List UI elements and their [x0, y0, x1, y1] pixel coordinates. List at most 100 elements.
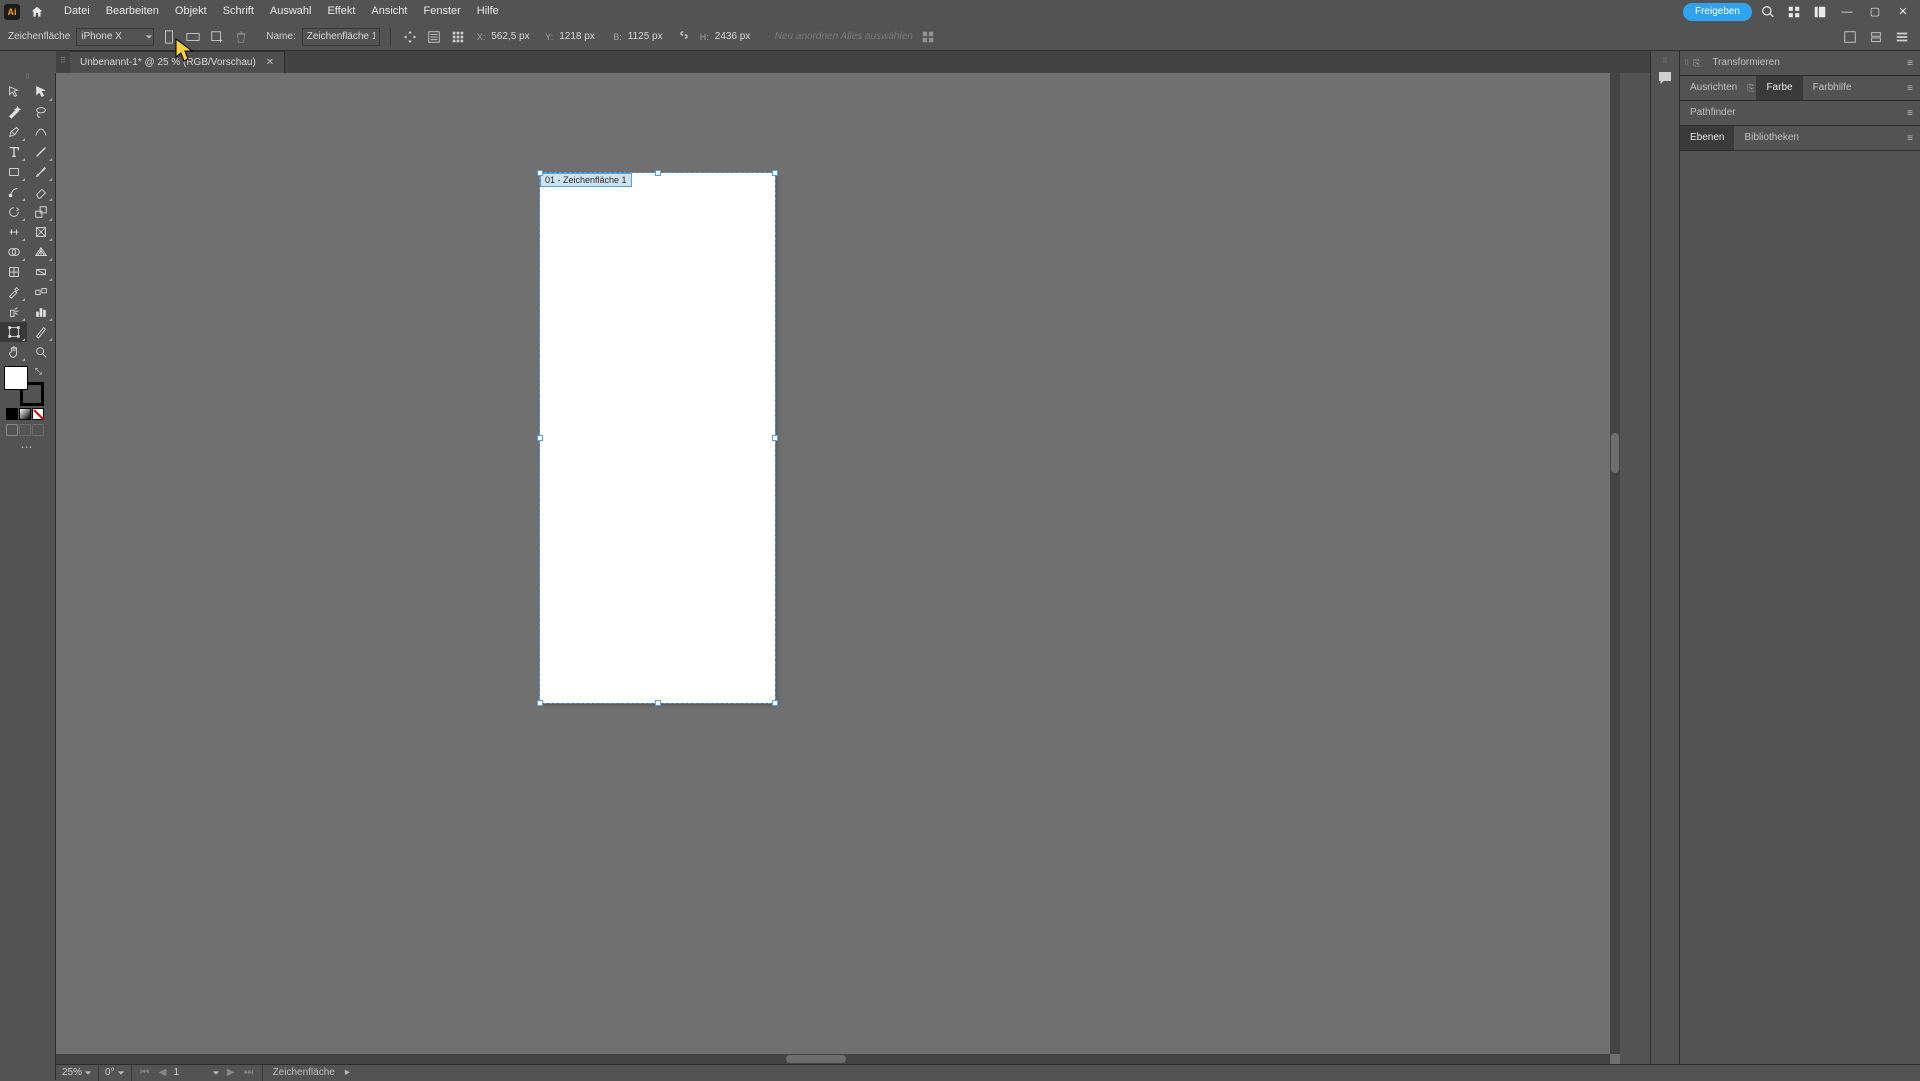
reference-point-button[interactable]: [449, 28, 467, 46]
hand-tool[interactable]: [0, 342, 27, 362]
zoom-field[interactable]: 25%: [56, 1065, 99, 1081]
eraser-tool[interactable]: [27, 182, 54, 202]
tab-ausrichten[interactable]: Ausrichten: [1680, 76, 1747, 100]
color-mode-solid[interactable]: [6, 408, 18, 420]
rearrange-grid-icon[interactable]: [919, 28, 937, 46]
perspective-grid-tool[interactable]: [27, 242, 54, 262]
tab-ebenen[interactable]: Ebenen: [1680, 126, 1734, 150]
dock-strip-handle[interactable]: ⠿: [1662, 57, 1667, 65]
menu-hilfe[interactable]: Hilfe: [469, 0, 507, 23]
h-input[interactable]: [715, 29, 759, 45]
artboard[interactable]: [540, 173, 775, 703]
panel-drag-handle[interactable]: ⠿: [1680, 59, 1693, 67]
width-tool[interactable]: [0, 222, 27, 242]
color-mode-none[interactable]: [32, 408, 44, 420]
doc-setup-icon[interactable]: [1840, 27, 1860, 47]
menu-fenster[interactable]: Fenster: [415, 0, 468, 23]
rectangle-tool[interactable]: [0, 162, 27, 182]
w-input[interactable]: [628, 29, 672, 45]
menu-objekt[interactable]: Objekt: [167, 0, 215, 23]
color-mode-gradient[interactable]: [19, 408, 31, 420]
line-tool[interactable]: [27, 142, 54, 162]
window-minimize-button[interactable]: —: [1836, 2, 1858, 22]
new-artboard-button[interactable]: [208, 28, 226, 46]
orientation-portrait-button[interactable]: [160, 28, 178, 46]
symbol-sprayer-tool[interactable]: [0, 302, 27, 322]
tab-pathfinder[interactable]: Pathfinder: [1680, 101, 1746, 125]
tab-transformieren[interactable]: Transformieren: [1702, 51, 1789, 75]
y-input[interactable]: [559, 29, 603, 45]
toolbar-drag-handle[interactable]: ⠿: [0, 73, 55, 82]
move-with-artboard-button[interactable]: [401, 28, 419, 46]
orientation-landscape-button[interactable]: [184, 28, 202, 46]
paintbrush-tool[interactable]: [27, 162, 54, 182]
rotate-tool[interactable]: [0, 202, 27, 222]
eyedropper-tool[interactable]: [0, 282, 27, 302]
menu-auswahl[interactable]: Auswahl: [262, 0, 320, 23]
panel-menu-icon[interactable]: [1892, 27, 1912, 47]
document-tab-close-button[interactable]: ✕: [266, 57, 274, 68]
panel-menu-button[interactable]: ≡: [1900, 133, 1920, 144]
canvas-scrollbar-vertical[interactable]: [1610, 73, 1620, 1054]
blend-tool[interactable]: [27, 282, 54, 302]
rearrange-hint[interactable]: Neu anordnen Alles auswählen: [775, 31, 913, 42]
shaper-tool[interactable]: [0, 182, 27, 202]
artboard-tool[interactable]: [0, 322, 27, 342]
home-button[interactable]: [26, 2, 48, 22]
menu-effekt[interactable]: Effekt: [319, 0, 363, 23]
column-graph-tool[interactable]: [27, 302, 54, 322]
tab-farbhilfe[interactable]: Farbhilfe: [1803, 76, 1862, 100]
gradient-tool[interactable]: [27, 262, 54, 282]
artboard-name-input[interactable]: [302, 28, 380, 46]
artboard-number-field[interactable]: 1: [174, 1065, 208, 1081]
scroll-thumb-v[interactable]: [1611, 433, 1619, 473]
delete-artboard-button[interactable]: [232, 28, 250, 46]
draw-behind[interactable]: [19, 424, 31, 436]
search-icon[interactable]: [1758, 2, 1778, 22]
comments-panel-icon[interactable]: [1656, 69, 1674, 92]
fill-stroke-swatch[interactable]: ⤡: [4, 366, 44, 406]
share-button[interactable]: Freigeben: [1683, 3, 1752, 21]
fill-swatch[interactable]: [4, 366, 28, 390]
scroll-thumb-h[interactable]: [786, 1055, 846, 1063]
artboard-next-button[interactable]: ▶: [224, 1065, 238, 1081]
menu-datei[interactable]: Datei: [56, 0, 98, 23]
document-tab[interactable]: Unbenannt-1* @ 25 % (RGB/Vorschau) ✕: [70, 51, 285, 73]
canvas-area[interactable]: 01 - Zeichenfläche 1: [56, 73, 1620, 1064]
panel-menu-button[interactable]: ≡: [1900, 58, 1920, 69]
tab-farbe[interactable]: Farbe: [1756, 76, 1802, 100]
menu-bearbeiten[interactable]: Bearbeiten: [98, 0, 167, 23]
window-maximize-button[interactable]: ▢: [1864, 2, 1886, 22]
artboard-options-button[interactable]: [425, 28, 443, 46]
mesh-tool[interactable]: [0, 262, 27, 282]
draw-normal[interactable]: [6, 424, 18, 436]
artboard-title-label[interactable]: 01 - Zeichenfläche 1: [540, 173, 632, 187]
free-transform-tool[interactable]: [27, 222, 54, 242]
status-menu-button[interactable]: ▸: [345, 1067, 359, 1078]
slice-tool[interactable]: [27, 322, 54, 342]
curvature-tool[interactable]: [27, 122, 54, 142]
artboard-last-button[interactable]: ⏭: [242, 1065, 256, 1081]
tab-bibliotheken[interactable]: Bibliotheken: [1734, 126, 1808, 150]
workspace-switcher-icon[interactable]: [1810, 2, 1830, 22]
menu-ansicht[interactable]: Ansicht: [363, 0, 415, 23]
link-wh-icon[interactable]: [678, 29, 690, 44]
artboard-prev-button[interactable]: ◀: [156, 1065, 170, 1081]
preferences-icon[interactable]: [1866, 27, 1886, 47]
canvas-scrollbar-horizontal[interactable]: [56, 1054, 1610, 1064]
rotation-field[interactable]: 0°: [99, 1065, 132, 1081]
artboard-preset-select[interactable]: iPhone X: [76, 28, 154, 46]
tab-drag-handle[interactable]: ⠿: [60, 56, 66, 68]
window-close-button[interactable]: ✕: [1892, 2, 1914, 22]
shape-builder-tool[interactable]: [0, 242, 27, 262]
type-tool[interactable]: [0, 142, 27, 162]
arrange-docs-icon[interactable]: [1784, 2, 1804, 22]
x-input[interactable]: [491, 29, 535, 45]
scale-tool[interactable]: [27, 202, 54, 222]
zoom-tool[interactable]: [27, 342, 54, 362]
swap-fill-stroke-icon[interactable]: ⤡: [35, 366, 42, 377]
selection-tool[interactable]: [0, 82, 27, 102]
pen-tool[interactable]: [0, 122, 27, 142]
magic-wand-tool[interactable]: [0, 102, 27, 122]
lasso-tool[interactable]: [27, 102, 54, 122]
